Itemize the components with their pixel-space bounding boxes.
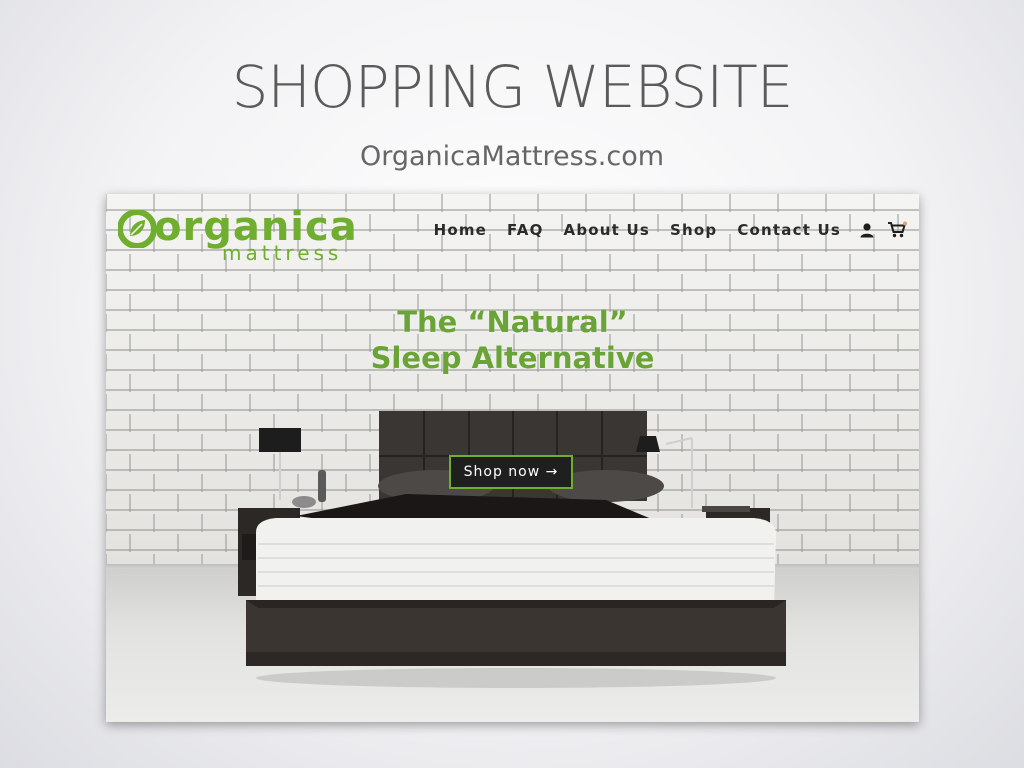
nav-item-contact-us[interactable]: Contact Us (737, 220, 841, 240)
main-nav: Home FAQ About Us Shop Contact Us (434, 220, 907, 240)
shop-now-button[interactable]: Shop now → (449, 455, 573, 489)
logo-subtitle: mattress (222, 241, 343, 265)
leaf-icon (118, 210, 156, 248)
nav-item-faq[interactable]: FAQ (507, 220, 544, 240)
nav-item-home[interactable]: Home (434, 220, 487, 240)
slide-subtitle: OrganicaMattress.com (359, 141, 665, 172)
hero-headline: The “Natural” Sleep Alternative (106, 304, 919, 376)
nav-item-shop[interactable]: Shop (670, 220, 717, 240)
hero-headline-line-1: The “Natural” (397, 305, 628, 339)
organica-logo[interactable]: organica mattress (118, 204, 358, 266)
hero-headline-line-2: Sleep Alternative (370, 341, 655, 375)
cart-icon[interactable] (887, 220, 907, 240)
user-icon[interactable] (857, 220, 877, 240)
nav-item-about-us[interactable]: About Us (564, 220, 650, 240)
slide-title: SHOPPING WEBSITE (231, 53, 794, 121)
website-screenshot: organica mattress Home FAQ About Us Shop… (106, 194, 919, 722)
